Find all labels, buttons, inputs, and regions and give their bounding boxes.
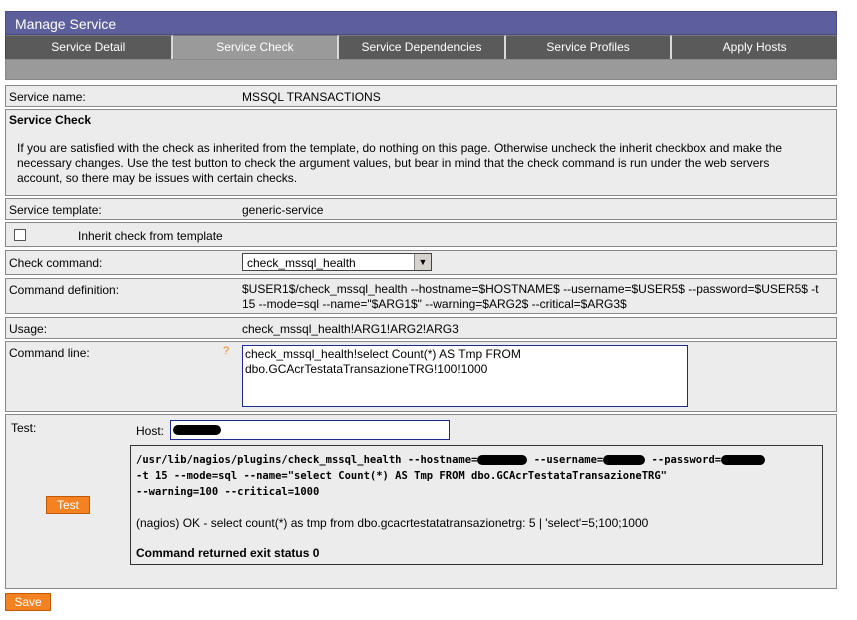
tab-apply-hosts[interactable]: Apply Hosts — [672, 35, 837, 59]
redacted-hostname — [477, 455, 528, 465]
tab-content-band — [5, 59, 837, 80]
usage-value: check_mssql_health!ARG1!ARG2!ARG3 — [242, 322, 459, 336]
redacted-username — [603, 455, 646, 465]
panel-title: Manage Service — [5, 11, 837, 35]
save-button[interactable]: Save — [5, 593, 51, 611]
command-definition-row: Command definition: $USER1$/check_mssql_… — [5, 278, 837, 314]
test-output-result: (nagios) OK - select count(*) as tmp fro… — [136, 516, 649, 530]
chevron-down-icon[interactable]: ▼ — [414, 254, 431, 270]
command-line-textarea[interactable]: check_mssql_health!select Count(*) AS Tm… — [242, 345, 688, 407]
host-input[interactable] — [170, 420, 450, 440]
test-label: Test: — [11, 421, 37, 435]
service-name-label: Service name: — [9, 90, 86, 104]
test-section: Test: Host: Test /usr/lib/nagios/plugins… — [5, 414, 837, 589]
command-line-label: Command line: — [9, 346, 90, 360]
redacted-password — [721, 455, 766, 465]
manage-service-panel: Manage Service Service Detail Service Ch… — [5, 11, 837, 80]
test-output-command-line-1: /usr/lib/nagios/plugins/check_mssql_heal… — [136, 454, 766, 466]
redacted-host — [173, 425, 221, 435]
service-check-description: If you are satisfied with the check as i… — [17, 141, 783, 185]
inherit-label: Inherit check from template — [78, 229, 223, 243]
service-template-label: Service template: — [9, 203, 102, 217]
command-line-row: Command line: ? check_mssql_health!selec… — [5, 341, 837, 412]
service-check-section: Service Check If you are satisfied with … — [5, 109, 837, 196]
inherit-checkbox[interactable] — [14, 229, 26, 241]
tab-bar: Service Detail Service Check Service Dep… — [5, 35, 837, 59]
service-name-value: MSSQL TRANSACTIONS — [242, 90, 381, 104]
host-label: Host: — [136, 424, 165, 438]
usage-row: Usage: check_mssql_health!ARG1!ARG2!ARG3 — [5, 317, 837, 339]
test-output-exit-status: Command returned exit status 0 — [136, 546, 320, 560]
output-password-flag: --password= — [645, 454, 722, 466]
service-template-value: generic-service — [242, 203, 324, 217]
service-name-row: Service name: MSSQL TRANSACTIONS — [5, 85, 837, 107]
check-command-select[interactable]: check_mssql_health ▼ — [242, 253, 432, 271]
command-definition-label: Command definition: — [9, 283, 120, 297]
tab-service-profiles[interactable]: Service Profiles — [505, 35, 673, 59]
test-output-command-line-3: --warning=100 --critical=1000 — [136, 486, 320, 498]
check-command-row: Check command: check_mssql_health ▼ — [5, 250, 837, 275]
check-command-selected: check_mssql_health — [247, 256, 356, 270]
help-icon[interactable]: ? — [223, 345, 229, 357]
tab-service-detail[interactable]: Service Detail — [6, 35, 173, 59]
output-cmd-path: /usr/lib/nagios/plugins/check_mssql_heal… — [136, 454, 478, 466]
test-output-box: /usr/lib/nagios/plugins/check_mssql_heal… — [130, 445, 823, 565]
test-button[interactable]: Test — [46, 496, 90, 514]
test-output-command-line-2: -t 15 --mode=sql --name="select Count(*)… — [136, 470, 668, 482]
check-command-label: Check command: — [9, 256, 103, 270]
tab-service-check[interactable]: Service Check — [172, 35, 340, 59]
service-template-row: Service template: generic-service — [5, 198, 837, 220]
service-check-heading: Service Check — [9, 113, 92, 127]
output-username-flag: --username= — [527, 454, 604, 466]
tab-service-dependencies[interactable]: Service Dependencies — [339, 35, 506, 59]
usage-label: Usage: — [9, 322, 48, 336]
inherit-row: Inherit check from template — [5, 222, 837, 247]
command-definition-value: $USER1$/check_mssql_health --hostname=$H… — [242, 282, 819, 311]
